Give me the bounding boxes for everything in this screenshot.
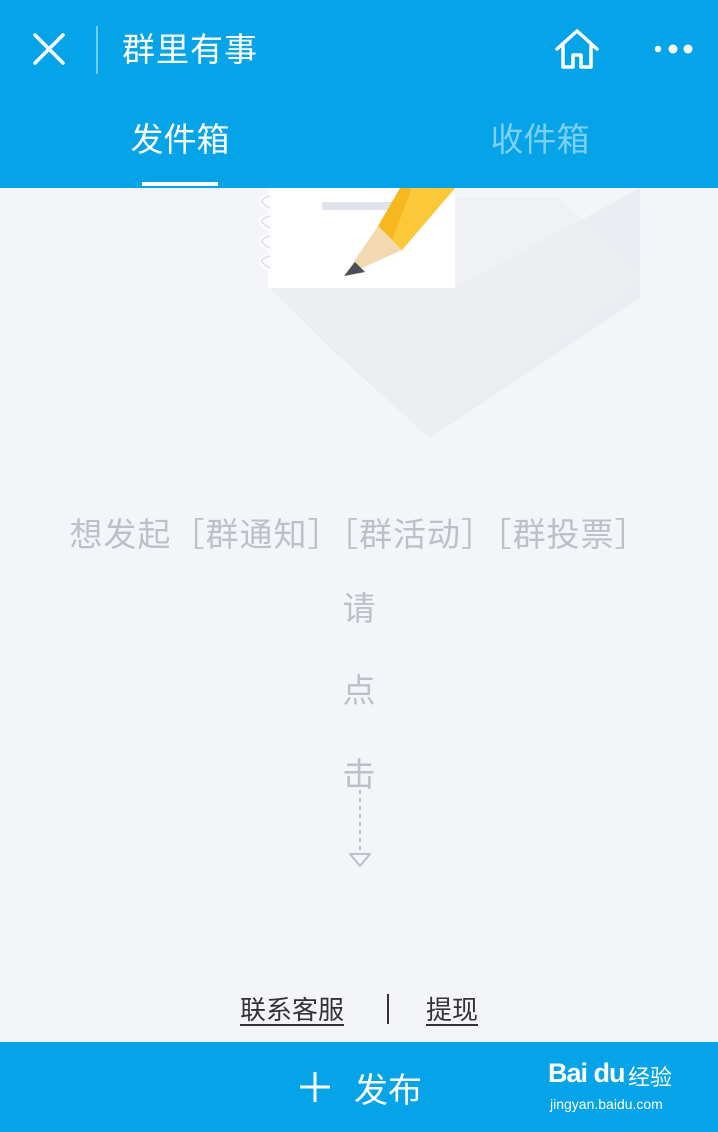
close-icon: [33, 33, 65, 65]
more-button[interactable]: [648, 22, 698, 76]
tab-inbox[interactable]: 收件箱: [420, 100, 660, 188]
header-bar: 群里有事 发件箱 收件箱: [0, 0, 718, 188]
baidu-watermark: Bai du 经验 jingyan.baidu.com: [548, 1052, 718, 1122]
withdraw-link[interactable]: 提现: [426, 990, 478, 1027]
home-button[interactable]: [550, 22, 604, 76]
close-button[interactable]: [22, 22, 76, 76]
notebook-pencil-icon: [259, 188, 640, 438]
active-tab-indicator: [142, 182, 218, 186]
empty-state-prompt: 想发起［群通知］［群活动］［群投票］: [69, 515, 649, 554]
watermark-url: jingyan.baidu.com: [550, 1096, 663, 1112]
watermark-logo: Bai du: [548, 1058, 626, 1088]
watermark-name: 经验: [628, 1066, 673, 1091]
home-icon: [555, 29, 599, 69]
hint-char-1: 请: [342, 589, 376, 628]
contact-support-link[interactable]: 联系客服: [240, 990, 344, 1027]
page: 群里有事 发件箱 收件箱 想发起［群通知］［群活动］［群投票］ 请 点 击 联系…: [0, 0, 718, 1132]
tab-outbox[interactable]: 发件箱: [60, 100, 300, 188]
publish-label-group: 发布: [298, 1042, 422, 1132]
footer-links: 联系客服 提现: [0, 990, 718, 1030]
plus-icon: [300, 1072, 330, 1102]
tab-bar: 发件箱 收件箱: [0, 100, 718, 188]
dashed-arrow-down-icon: [349, 790, 371, 867]
hint-char-2: 点: [342, 671, 376, 710]
page-title: 群里有事: [122, 30, 258, 69]
publish-label: 发布: [354, 1070, 422, 1111]
links-divider: [387, 994, 389, 1024]
header-divider: [96, 26, 98, 74]
more-dots-icon: [654, 44, 693, 54]
